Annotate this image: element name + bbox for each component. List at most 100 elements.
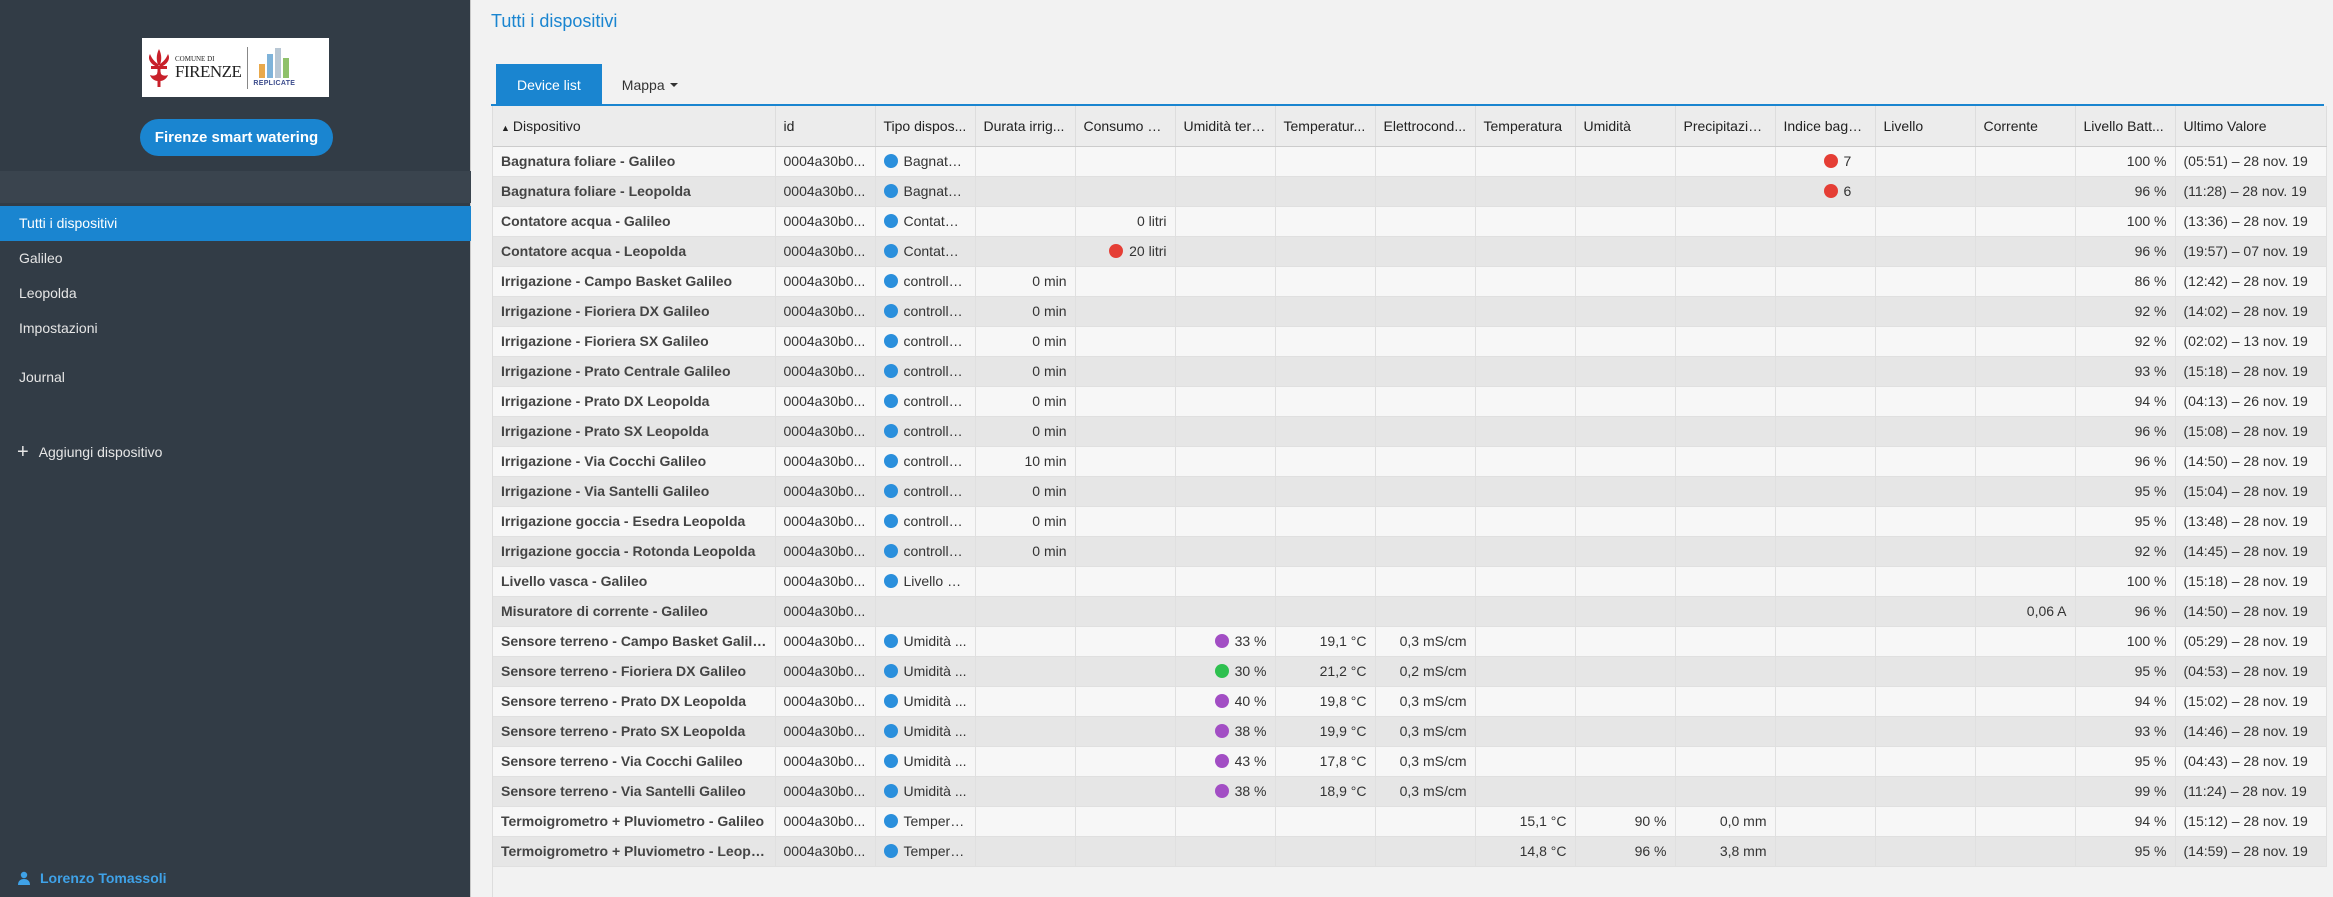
device-type-cell: controlle...	[875, 266, 976, 297]
device-type-cell: Umidità ...	[875, 656, 976, 687]
table-row[interactable]: Sensore terreno - Fioriera DX Galileo 000…	[493, 656, 2327, 687]
table-row[interactable]: Contatore acqua - Leopolda 0004a30b0... Co…	[493, 236, 2327, 267]
indice-bagnatura-cell: 7	[1775, 146, 1876, 177]
corrente-cell	[1975, 836, 2076, 867]
table-row[interactable]: Contatore acqua - Galileo 0004a30b0... Con…	[493, 206, 2327, 237]
table-row[interactable]: Termoigrometro + Pluviometro - Galileo 00…	[493, 806, 2327, 837]
table-row[interactable]: Bagnatura foliare - Galileo 0004a30b0... B…	[493, 146, 2327, 177]
table-row[interactable]: Livello vasca - Galileo 0004a30b0... Livel…	[493, 566, 2327, 597]
umidita-terreno-cell-text: 38 %	[1234, 723, 1267, 739]
temperatura-terreno-cell	[1275, 446, 1376, 477]
durata-cell-text: 0 min	[1032, 303, 1067, 319]
status-dot-icon	[1823, 154, 1838, 168]
column-header-elettroconducibilita[interactable]: Elettrocond...	[1375, 106, 1476, 147]
temperatura-terreno-cell	[1275, 416, 1376, 447]
column-header-ultimo-valore[interactable]: Ultimo Valore	[2175, 106, 2327, 147]
table-row[interactable]: Irrigazione - Via Cocchi Galileo 0004a30b…	[493, 446, 2327, 477]
temperatura-cell	[1475, 626, 1576, 657]
status-dot-icon	[883, 664, 898, 678]
app-name-button[interactable]: Firenze smart watering	[140, 119, 333, 156]
add-device-label: Aggiungi dispositivo	[38, 444, 163, 460]
table-row[interactable]: Irrigazione - Prato Centrale Galileo 0004…	[493, 356, 2327, 387]
sidebar-item-impostazioni[interactable]: Impostazioni	[0, 311, 471, 346]
table-row[interactable]: Irrigazione - Fioriera SX Galileo 0004a30…	[493, 326, 2327, 357]
table-row[interactable]: Sensore terreno - Campo Basket Galileo 00…	[493, 626, 2327, 657]
precipitazioni-cell	[1675, 146, 1776, 177]
sidebar-item-journal[interactable]: Journal	[0, 360, 471, 395]
device-name-cell-text: Irrigazione - Fioriera SX Galileo	[501, 333, 709, 349]
umidita-cell	[1575, 326, 1676, 357]
livello-batteria-cell-text: 100 %	[2126, 213, 2167, 229]
column-header-dispositivo[interactable]: ▲ Dispositivo	[493, 106, 776, 147]
add-device-button[interactable]: + Aggiungi dispositivo	[17, 440, 162, 464]
device-id-cell: 0004a30b0...	[775, 596, 876, 627]
table-row[interactable]: Irrigazione - Prato DX Leopolda 0004a30b0…	[493, 386, 2327, 417]
table-row[interactable]: Irrigazione goccia - Esedra Leopolda 0004…	[493, 506, 2327, 537]
device-id-cell: 0004a30b0...	[775, 356, 876, 387]
precipitazioni-cell	[1675, 326, 1776, 357]
table-row[interactable]: Sensore terreno - Via Cocchi Galileo 0004…	[493, 746, 2327, 777]
livello-cell	[1875, 656, 1976, 687]
livello-cell	[1875, 326, 1976, 357]
status-dot-icon	[883, 544, 898, 558]
device-id-cell-text: 0004a30b0...	[783, 303, 866, 319]
table-row[interactable]: Irrigazione - Fioriera DX Galileo 0004a30…	[493, 296, 2327, 327]
sidebar-item-tutti-i-dispositivi[interactable]: Tutti i dispositivi	[0, 206, 471, 241]
tab-device-list[interactable]: Device list	[496, 64, 602, 105]
device-name-cell-text: Termoigrometro + Pluviometro - Galileo	[501, 813, 765, 829]
table-row[interactable]: Misuratore di corrente - Galileo 0004a30b…	[493, 596, 2327, 627]
device-name-cell-text: Livello vasca - Galileo	[501, 573, 648, 589]
column-header-temperatura[interactable]: Temperatura	[1475, 106, 1576, 147]
corrente-cell	[1975, 146, 2076, 177]
table-row[interactable]: Irrigazione - Prato SX Leopolda 0004a30b0…	[493, 416, 2327, 447]
column-header-tipo[interactable]: Tipo dispos...	[875, 106, 976, 147]
column-header-umidita-terreno[interactable]: Umidità terr...	[1175, 106, 1276, 147]
umidita-cell	[1575, 416, 1676, 447]
ultimo-valore-cell-text: (14:50) – 28 nov. 19	[2183, 603, 2308, 619]
device-name-cell: Irrigazione - Fioriera SX Galileo	[493, 326, 776, 357]
column-header-temperatura-terreno[interactable]: Temperatur...	[1275, 106, 1376, 147]
column-header-durata[interactable]: Durata irrig...	[975, 106, 1076, 147]
ultimo-valore-cell-text: (02:02) – 13 nov. 19	[2183, 333, 2308, 349]
column-header-livello[interactable]: Livello	[1875, 106, 1976, 147]
ultimo-valore-cell-text: (11:28) – 28 nov. 19	[2183, 183, 2307, 199]
table-row[interactable]: Irrigazione - Via Santelli Galileo 0004a3…	[493, 476, 2327, 507]
table-row[interactable]: Bagnatura foliare - Leopolda 0004a30b0...…	[493, 176, 2327, 207]
device-grid: ▲ Dispositivo id Tipo dispos... Durata ir…	[492, 106, 2327, 897]
ultimo-valore-cell: (11:28) – 28 nov. 19	[2175, 176, 2327, 207]
column-header-corrente[interactable]: Corrente	[1975, 106, 2076, 147]
column-header-livello-batteria[interactable]: Livello Batt...	[2075, 106, 2176, 147]
device-type-cell-text: controlle...	[903, 363, 969, 379]
towers-icon	[259, 48, 290, 78]
column-header-id[interactable]: id	[775, 106, 876, 147]
consumo-cell	[1075, 566, 1176, 597]
consumo-cell	[1075, 656, 1176, 687]
temperatura-cell-text: 14,8 °C	[1519, 843, 1567, 859]
device-type-cell: controlle...	[875, 536, 976, 567]
column-header-precipitazioni[interactable]: Precipitazio...	[1675, 106, 1776, 147]
sidebar-item-leopolda[interactable]: Leopolda	[0, 276, 471, 311]
device-id-cell-text: 0004a30b0...	[783, 363, 866, 379]
table-row[interactable]: Sensore terreno - Via Santelli Galileo 00…	[493, 776, 2327, 807]
table-row[interactable]: Termoigrometro + Pluviometro - Leopolda 0…	[493, 836, 2327, 867]
column-header-umidita[interactable]: Umidità	[1575, 106, 1676, 147]
column-header-indice-bagnatura[interactable]: Indice bagn...	[1775, 106, 1876, 147]
tab-mappa[interactable]: Mappa	[602, 64, 698, 105]
table-row[interactable]: Sensore terreno - Prato SX Leopolda 0004a…	[493, 716, 2327, 747]
table-row[interactable]: Sensore terreno - Prato DX Leopolda 0004a…	[493, 686, 2327, 717]
column-header-consumo[interactable]: Consumo a...	[1075, 106, 1176, 147]
user-account[interactable]: Lorenzo Tomassoli	[17, 870, 167, 886]
status-dot-icon	[1214, 634, 1229, 648]
status-dot-icon	[883, 334, 898, 348]
status-dot-icon	[1214, 724, 1229, 738]
table-row[interactable]: Irrigazione goccia - Rotonda Leopolda 000…	[493, 536, 2327, 567]
temperatura-cell	[1475, 146, 1576, 177]
durata-cell	[975, 596, 1076, 627]
sidebar-item-galileo[interactable]: Galileo	[0, 241, 471, 276]
consumo-cell	[1075, 176, 1176, 207]
device-id-cell-text: 0004a30b0...	[783, 423, 866, 439]
table-row[interactable]: Irrigazione - Campo Basket Galileo 0004a3…	[493, 266, 2327, 297]
livello-cell	[1875, 236, 1976, 267]
temperatura-terreno-cell	[1275, 476, 1376, 507]
umidita-terreno-cell	[1175, 506, 1276, 537]
